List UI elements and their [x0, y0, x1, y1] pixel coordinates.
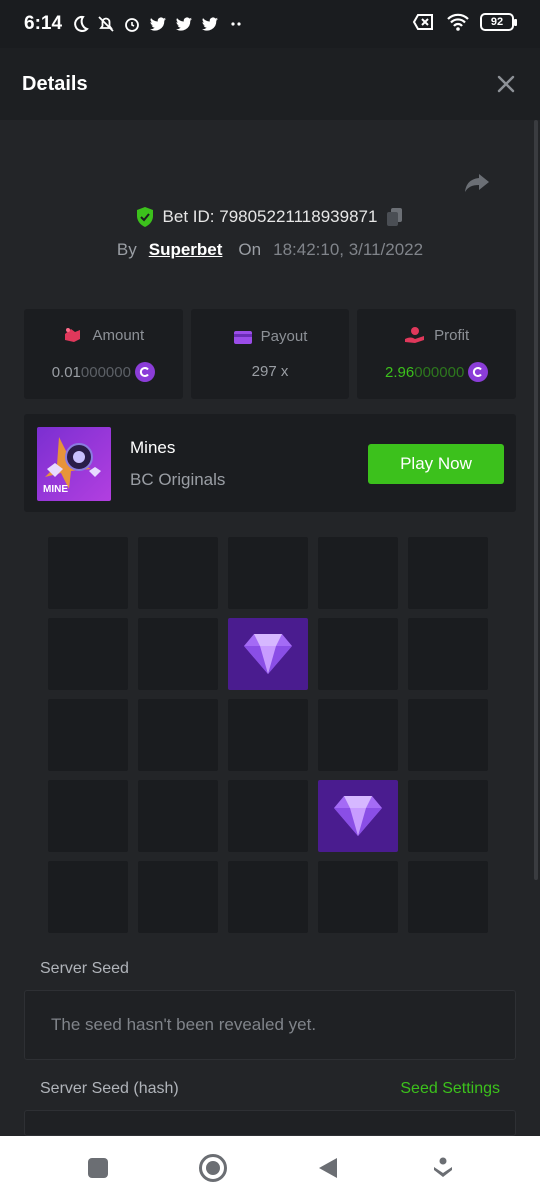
battery-level: 92 [490, 16, 504, 28]
grid-cell [138, 537, 218, 609]
twitter-icon [202, 17, 219, 31]
payout-label-row: Payout [233, 328, 308, 345]
grid-cell [228, 537, 308, 609]
grid-cell [138, 861, 218, 933]
amount-label: Amount [92, 326, 145, 344]
wifi-icon [447, 13, 469, 31]
server-seed-label: Server Seed [40, 960, 129, 977]
status-bar: 6:14 92 [0, 0, 540, 48]
grid-cell [408, 537, 488, 609]
server-seed-hash-label: Server Seed (hash) [40, 1080, 179, 1097]
amount-label-row: Amount [62, 326, 144, 344]
money-bag-icon [65, 328, 81, 342]
shield-check-icon [136, 207, 153, 227]
grid-cell [408, 699, 488, 771]
on-label: On [238, 240, 262, 259]
scrollbar[interactable] [534, 120, 538, 880]
profit-hand-icon [405, 327, 425, 343]
amount-value-dim: 000000 [80, 363, 131, 381]
diamond-icon [334, 796, 382, 836]
status-time: 6:14 [24, 13, 63, 34]
back-button[interactable] [310, 1150, 346, 1186]
grid-cell [48, 618, 128, 690]
game-provider: BC Originals [130, 470, 226, 489]
user-link[interactable]: Superbet [149, 240, 223, 260]
amount-value: 0.01000000 [52, 362, 155, 382]
diamond-icon [244, 634, 292, 674]
seed-settings-link[interactable]: Seed Settings [400, 1080, 500, 1098]
bet-timestamp: 18:42:10, 3/11/2022 [273, 240, 424, 259]
square-icon [87, 1158, 108, 1178]
grid-cell [48, 537, 128, 609]
copy-icon[interactable] [385, 206, 405, 228]
server-seed-field[interactable]: The seed hasn't been revealed yet. [24, 990, 516, 1060]
home-circle-icon [198, 1154, 227, 1182]
grid-cell [138, 699, 218, 771]
android-nav-bar [0, 1136, 540, 1200]
grid-cell [408, 618, 488, 690]
coin-icon [134, 362, 155, 382]
bet-stats: Amount 0.01000000 Payout 297 x Profit 2.… [24, 309, 517, 399]
close-icon[interactable] [494, 72, 518, 96]
payout-card: Payout 297 x [190, 309, 350, 399]
bet-author-row: By Superbet On 18:42:10, 3/11/2022 [0, 240, 540, 260]
grid-cell-gem [318, 780, 398, 852]
grid-cell [138, 618, 218, 690]
amount-value-main: 0.01 [51, 363, 81, 381]
grid-cell [408, 780, 488, 852]
grid-cell [48, 699, 128, 771]
profit-label-row: Profit [404, 326, 469, 344]
coin-icon [468, 362, 489, 382]
status-icons [70, 14, 246, 34]
grid-cell [228, 861, 308, 933]
grid-cell [318, 861, 398, 933]
payout-label: Payout [260, 328, 308, 345]
download-assist-icon [433, 1157, 452, 1177]
play-now-button[interactable]: Play Now [368, 444, 504, 484]
status-right: 92 [412, 12, 517, 32]
more-dots-icon [231, 22, 241, 26]
page-title: Details [22, 72, 88, 95]
wallet-icon [233, 330, 252, 344]
no-sim-icon [412, 14, 433, 30]
grid-cell [48, 780, 128, 852]
game-name: Mines [130, 438, 176, 457]
profit-card: Profit 2.96000000 [357, 309, 517, 399]
by-label: By [116, 240, 137, 259]
server-seed-hash-field[interactable] [24, 1110, 516, 1136]
bell-off-icon [98, 16, 114, 32]
grid-cell [408, 861, 488, 933]
grid-cell [318, 618, 398, 690]
battery-indicator: 92 [480, 13, 517, 31]
payout-value: 297 x [251, 363, 289, 380]
grid-cell [228, 699, 308, 771]
profit-label: Profit [434, 326, 470, 344]
grid-cell [318, 699, 398, 771]
grid-cell [48, 861, 128, 933]
recents-button[interactable] [80, 1150, 116, 1186]
game-card: MINE Mines BC Originals Play Now [24, 414, 516, 512]
profit-value-main: 2.96 [385, 363, 415, 381]
share-icon[interactable] [462, 168, 492, 198]
game-thumbnail[interactable]: MINE [37, 427, 111, 501]
bet-id-row: Bet ID: 79805221118939871 [0, 206, 540, 228]
grid-cell [228, 780, 308, 852]
amount-card: Amount 0.01000000 [24, 309, 183, 399]
mines-grid [48, 537, 488, 933]
bet-id: Bet ID: 79805221118939871 [162, 207, 378, 226]
grid-cell-gem [228, 618, 308, 690]
back-triangle-icon [318, 1158, 337, 1178]
details-header: Details [0, 48, 540, 120]
home-button[interactable] [195, 1150, 231, 1186]
profit-value: 2.96000000 [385, 362, 489, 382]
twitter-icon [150, 17, 167, 31]
twitter-icon [176, 17, 193, 31]
profit-value-dim: 000000 [414, 363, 465, 381]
grid-cell [318, 537, 398, 609]
assistant-button[interactable] [425, 1150, 461, 1186]
grid-cell [138, 780, 218, 852]
moon-icon [74, 15, 89, 32]
alarm-icon [125, 18, 139, 32]
game-thumb-label: MINE [43, 484, 68, 495]
